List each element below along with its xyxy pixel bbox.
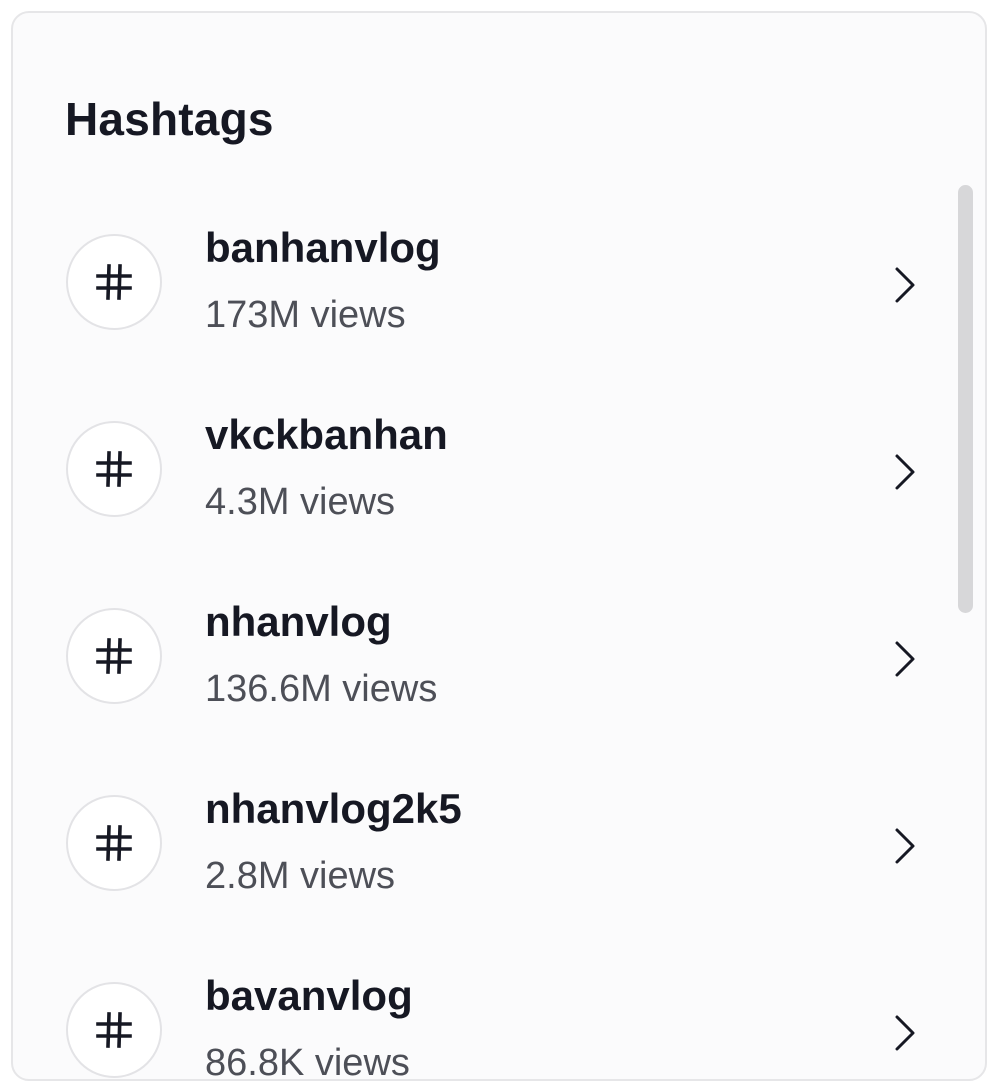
scrollbar-thumb[interactable] [958,185,973,613]
hashtag-row-vkckbanhan[interactable]: vkckbanhan 4.3M views [13,380,953,567]
chevron-right-icon[interactable] [889,452,919,492]
chevron-right-icon[interactable] [889,265,919,305]
hashtag-view-count: 173M views [205,294,406,336]
hashtag-icon [66,421,162,517]
hashtag-icon [66,795,162,891]
panel-title: Hashtags [65,93,274,145]
hashtag-view-count: 2.8M views [205,855,396,897]
hashtag-row-banhanvlog[interactable]: banhanvlog 173M views [13,193,953,380]
hashtag-name: nhanvlog2k5 [205,785,462,832]
hashtag-list: banhanvlog 173M views vkckbanhan 4.3M vi… [13,193,953,1081]
chevron-right-icon[interactable] [889,826,919,866]
hashtag-view-count: 86.8K views [205,1042,410,1081]
hashtags-panel: Hashtags banhanvlog 173M views vkckbanha… [11,11,987,1081]
scrollbar[interactable] [955,185,975,621]
hashtag-row-nhanvlog2k5[interactable]: nhanvlog2k5 2.8M views [13,754,953,941]
hashtag-icon [66,608,162,704]
hashtag-view-count: 136.6M views [205,668,438,710]
hashtag-icon [66,234,162,330]
hashtag-view-count: 4.3M views [205,481,396,523]
hashtag-name: banhanvlog [205,224,441,271]
hashtag-name: nhanvlog [205,598,392,645]
hashtag-name: vkckbanhan [205,411,448,458]
chevron-right-icon[interactable] [889,639,919,679]
hashtag-icon [66,982,162,1078]
chevron-right-icon[interactable] [889,1013,919,1053]
hashtag-name: bavanvlog [205,972,413,1019]
hashtag-row-nhanvlog[interactable]: nhanvlog 136.6M views [13,567,953,754]
hashtag-row-bavanvlog[interactable]: bavanvlog 86.8K views [13,941,953,1081]
